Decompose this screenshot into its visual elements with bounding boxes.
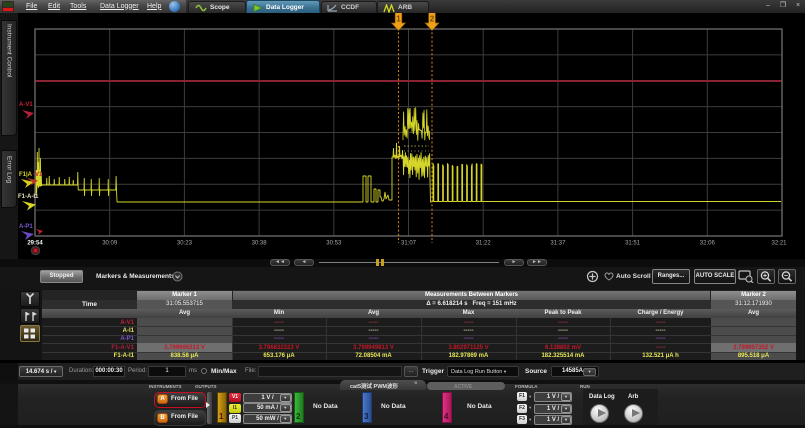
svg-text:30:53: 30:53 bbox=[326, 241, 342, 247]
svg-text:1: 1 bbox=[396, 15, 401, 24]
svg-text:A-V1: A-V1 bbox=[19, 102, 33, 108]
svg-text:-V1: -V1 bbox=[33, 172, 43, 178]
svg-text:31:37: 31:37 bbox=[550, 241, 566, 247]
svg-text:2: 2 bbox=[430, 15, 435, 24]
svg-text:32:21: 32:21 bbox=[771, 241, 787, 247]
svg-text:30:38: 30:38 bbox=[252, 241, 268, 247]
svg-text:29:54: 29:54 bbox=[27, 241, 43, 247]
svg-text:32:06: 32:06 bbox=[700, 241, 716, 247]
svg-text:31:22: 31:22 bbox=[476, 241, 492, 247]
svg-text:30:23: 30:23 bbox=[177, 241, 193, 247]
svg-text:A-P1: A-P1 bbox=[19, 224, 33, 230]
svg-text:31:07: 31:07 bbox=[401, 241, 417, 247]
svg-text:F1|A: F1|A bbox=[19, 172, 33, 178]
svg-text:F1-A-I1: F1-A-I1 bbox=[18, 194, 39, 200]
svg-text:31:51: 31:51 bbox=[625, 241, 641, 247]
svg-text:30:09: 30:09 bbox=[102, 241, 118, 247]
